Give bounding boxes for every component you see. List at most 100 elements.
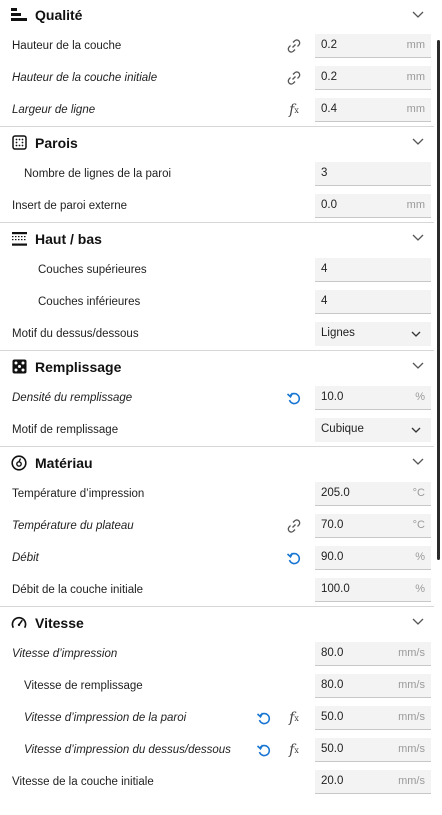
setting-label: Vitesse de la couche initiale (12, 776, 154, 788)
select-value: Cubique (321, 423, 364, 435)
setting-label: Motif du dessus/dessous (12, 328, 139, 340)
chevron-down-icon[interactable] (412, 360, 424, 372)
outer-wall-inset-input[interactable]: 0.0 mm (315, 194, 431, 218)
setting-row-layer-height: Hauteur de la couche 0.2 mm (0, 30, 434, 62)
chevron-down-icon[interactable] (412, 136, 424, 148)
setting-row-print-speed: Vitesse d’impression 80.0 mm/s (0, 638, 434, 670)
setting-row-infill-speed: Vitesse de remplissage 80.0 mm/s (0, 670, 434, 702)
field-value: 3 (321, 167, 328, 179)
chevron-down-icon[interactable] (412, 616, 424, 628)
line-width-input[interactable]: 0.4 mm (315, 98, 431, 122)
function-icon[interactable]: fx (286, 742, 302, 758)
reset-icon[interactable] (256, 742, 272, 758)
setting-row-topbottom-speed: Vitesse d’impression du dessus/dessous f… (0, 734, 434, 766)
print-speed-input[interactable]: 80.0 mm/s (315, 642, 431, 666)
section-walls-title: Parois (35, 134, 78, 151)
field-value: 70.0 (321, 519, 344, 531)
setting-row-infill-density: Densité du remplissage 10.0 % (0, 382, 434, 414)
setting-label: Vitesse d’impression de la paroi (24, 712, 187, 724)
setting-label: Densité du remplissage (12, 392, 133, 404)
field-unit: °C (412, 487, 425, 499)
initial-layer-height-input[interactable]: 0.2 mm (315, 66, 431, 90)
setting-label: Vitesse de remplissage (24, 680, 143, 692)
wall-line-count-input[interactable]: 3 (315, 162, 431, 186)
field-value: 50.0 (321, 743, 344, 755)
chevron-down-icon[interactable] (412, 9, 424, 21)
topbottom-pattern-select[interactable]: Lignes (315, 322, 431, 346)
setting-row-print-temperature: Température d’impression 205.0 °C (0, 478, 434, 510)
field-value: 0.4 (321, 103, 337, 115)
field-value: 4 (321, 263, 328, 275)
infill-pattern-select[interactable]: Cubique (315, 418, 431, 442)
chevron-down-icon (411, 331, 421, 337)
field-value: 0.0 (321, 199, 337, 211)
flow-input[interactable]: 90.0 % (315, 546, 431, 570)
infill-density-input[interactable]: 10.0 % (315, 386, 431, 410)
chevron-down-icon[interactable] (412, 456, 424, 468)
infill-speed-input[interactable]: 80.0 mm/s (315, 674, 431, 698)
field-value: 10.0 (321, 391, 344, 403)
setting-row-bed-temperature: Température du plateau 70.0 °C (0, 510, 434, 542)
reset-icon[interactable] (256, 710, 272, 726)
section-speed-title: Vitesse (35, 614, 84, 631)
bottom-layers-input[interactable]: 4 (315, 290, 431, 314)
setting-label: Débit (12, 552, 39, 564)
field-unit: mm/s (398, 679, 425, 691)
print-settings-panel: Qualité Hauteur de la couche 0.2 mm Haut… (0, 0, 434, 815)
section-infill-header[interactable]: Remplissage (0, 350, 434, 382)
setting-row-wall-speed: Vitesse d’impression de la paroi fx 50.0… (0, 702, 434, 734)
field-value: 205.0 (321, 487, 350, 499)
link-icon[interactable] (286, 518, 302, 534)
field-unit: °C (412, 519, 425, 531)
walls-icon (11, 135, 27, 151)
field-unit: mm/s (398, 743, 425, 755)
infill-icon (11, 359, 27, 375)
material-icon (11, 454, 27, 471)
field-unit: mm (406, 71, 425, 83)
setting-label: Débit de la couche initiale (12, 584, 144, 596)
reset-icon[interactable] (286, 550, 302, 566)
field-unit: % (415, 391, 425, 403)
topbottom-speed-input[interactable]: 50.0 mm/s (315, 738, 431, 762)
bed-temperature-input[interactable]: 70.0 °C (315, 514, 431, 538)
section-topbottom-header[interactable]: Haut / bas (0, 222, 434, 254)
section-speed-header[interactable]: Vitesse (0, 606, 434, 638)
setting-label: Couches inférieures (38, 296, 141, 308)
link-icon[interactable] (286, 38, 302, 54)
section-infill-title: Remplissage (35, 358, 122, 375)
setting-row-topbottom-pattern: Motif du dessus/dessous Lignes (0, 318, 434, 350)
layer-height-input[interactable]: 0.2 mm (315, 34, 431, 58)
section-material-header[interactable]: Matériau (0, 446, 434, 478)
function-icon[interactable]: fx (286, 102, 302, 118)
topbottom-icon (11, 231, 27, 247)
initial-layer-speed-input[interactable]: 20.0 mm/s (315, 770, 431, 794)
setting-row-wall-line-count: Nombre de lignes de la paroi 3 (0, 158, 434, 190)
scrollbar[interactable] (434, 0, 442, 815)
print-temperature-input[interactable]: 205.0 °C (315, 482, 431, 506)
setting-label: Vitesse d’impression du dessus/dessous (24, 744, 231, 756)
field-unit: mm/s (398, 647, 425, 659)
scrollbar-thumb[interactable] (437, 40, 440, 560)
section-quality-title: Qualité (35, 7, 83, 23)
chevron-down-icon[interactable] (412, 232, 424, 244)
initial-flow-input[interactable]: 100.0 % (315, 578, 431, 602)
top-layers-input[interactable]: 4 (315, 258, 431, 282)
setting-label: Vitesse d’impression (12, 648, 118, 660)
setting-row-line-width: Largeur de ligne fx 0.4 mm (0, 94, 434, 126)
setting-label: Couches supérieures (38, 264, 147, 276)
function-icon[interactable]: fx (286, 710, 302, 726)
setting-row-infill-pattern: Motif de remplissage Cubique (0, 414, 434, 446)
field-unit: mm (406, 199, 425, 211)
field-value: 0.2 (321, 39, 337, 51)
quality-icon (11, 7, 27, 23)
reset-icon[interactable] (286, 390, 302, 406)
section-quality-header[interactable]: Qualité (0, 0, 434, 30)
field-value: 80.0 (321, 647, 344, 659)
link-icon[interactable] (286, 70, 302, 86)
setting-label: Insert de paroi externe (12, 200, 128, 212)
section-walls-header[interactable]: Parois (0, 126, 434, 158)
setting-label: Nombre de lignes de la paroi (24, 168, 172, 180)
field-value: 0.2 (321, 71, 337, 83)
field-unit: % (415, 583, 425, 595)
wall-speed-input[interactable]: 50.0 mm/s (315, 706, 431, 730)
